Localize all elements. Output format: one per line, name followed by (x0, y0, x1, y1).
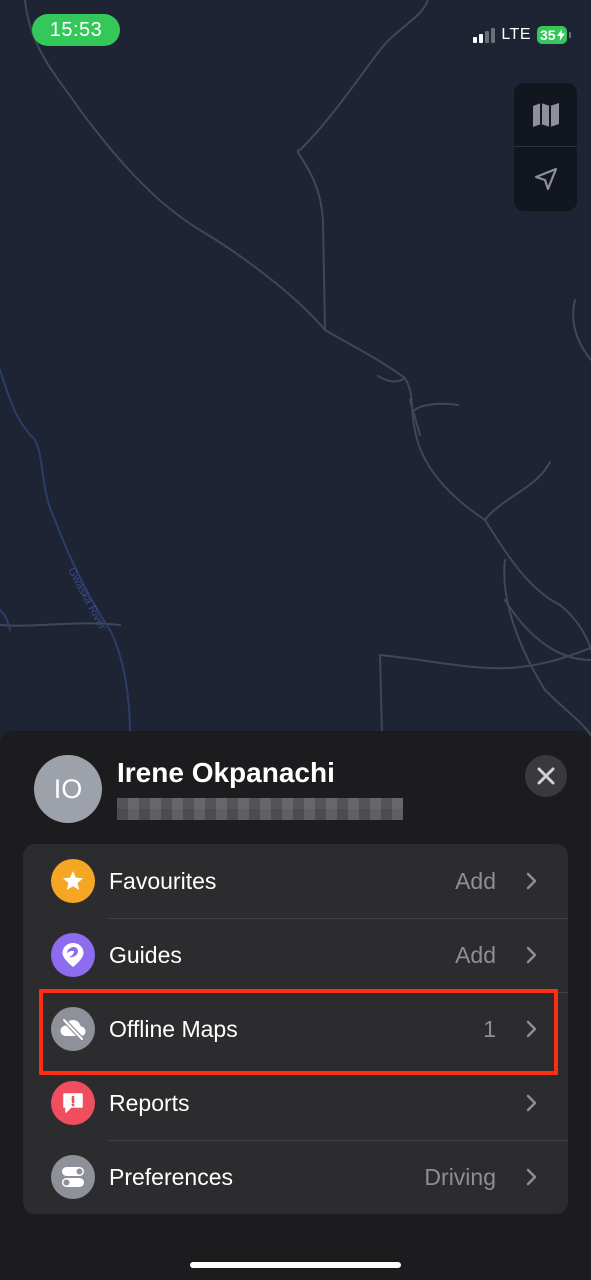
menu-item-value: Add (455, 868, 496, 894)
locate-me-button[interactable] (514, 147, 577, 210)
chevron-right-icon (526, 1168, 537, 1186)
cloud-off-icon (51, 1007, 95, 1051)
close-button[interactable] (525, 755, 567, 797)
star-icon (51, 859, 95, 903)
toggles-icon (51, 1155, 95, 1199)
menu-item-label: Favourites (109, 868, 217, 894)
map-view[interactable]: Gwaska River (0, 0, 591, 760)
menu-item-label: Offline Maps (109, 1016, 238, 1042)
menu-item-preferences[interactable]: Preferences Driving (23, 1140, 568, 1214)
menu-item-label: Guides (109, 942, 182, 968)
battery-indicator: 35 (537, 26, 571, 44)
account-menu: Favourites Add Guides Add Offline Maps 1… (23, 844, 568, 1214)
menu-item-offline-maps[interactable]: Offline Maps 1 (23, 992, 568, 1066)
network-type: LTE (501, 26, 531, 43)
status-indicators: LTE 35 (473, 24, 571, 46)
menu-item-favourites[interactable]: Favourites Add (23, 844, 568, 918)
screen: Gwaska River 15:53 LTE 35 IO Irene Okpan… (0, 0, 591, 1280)
guide-pin-icon (51, 933, 95, 977)
home-indicator[interactable] (190, 1262, 401, 1268)
status-time: 15:53 (32, 14, 120, 46)
avatar[interactable]: IO (34, 755, 102, 823)
map-roads: Gwaska River (0, 0, 591, 736)
menu-item-label: Reports (109, 1090, 190, 1116)
map-controls (514, 83, 577, 211)
menu-item-label: Preferences (109, 1164, 234, 1190)
user-name: Irene Okpanachi (117, 757, 335, 788)
location-arrow-icon (534, 167, 557, 190)
menu-item-value: 1 (483, 1016, 496, 1042)
chevron-right-icon (526, 1020, 537, 1038)
map-mode-button[interactable] (514, 83, 577, 146)
close-icon (537, 767, 555, 785)
river-label: Gwaska River (65, 566, 108, 632)
menu-item-guides[interactable]: Guides Add (23, 918, 568, 992)
chevron-right-icon (526, 872, 537, 890)
report-icon (51, 1081, 95, 1125)
chevron-right-icon (526, 1094, 537, 1112)
redacted-email (117, 798, 403, 820)
cellular-signal-icon (473, 27, 496, 43)
battery-level: 35 (540, 27, 556, 43)
map-icon (532, 102, 559, 127)
menu-item-value: Driving (424, 1164, 496, 1190)
menu-item-reports[interactable]: Reports (23, 1066, 568, 1140)
menu-item-value: Add (455, 942, 496, 968)
chevron-right-icon (526, 946, 537, 964)
charging-bolt-icon (557, 29, 565, 41)
